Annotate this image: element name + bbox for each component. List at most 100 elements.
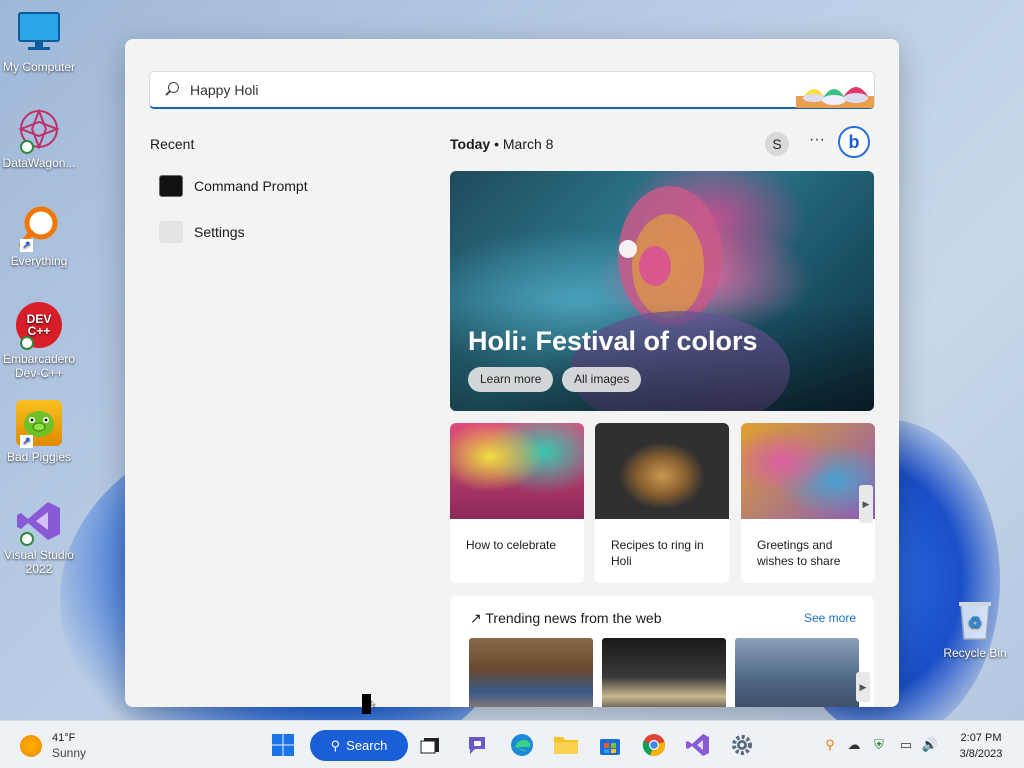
monitor-icon [16, 10, 62, 56]
visual-studio-icon [686, 734, 709, 756]
trending-thumb[interactable] [735, 638, 859, 707]
trending-next-button[interactable]: ▶ [856, 672, 870, 702]
chat-icon [469, 737, 485, 754]
search-input[interactable] [190, 81, 750, 98]
visual-studio-taskbar-button[interactable] [684, 731, 712, 759]
task-view-icon [420, 738, 439, 754]
recent-item-label: Settings [194, 224, 245, 240]
search-icon: ⚲ [330, 737, 341, 753]
card-image [595, 423, 729, 519]
hero-card[interactable]: Holi: Festival of colors Learn more All … [450, 171, 874, 411]
task-view-button[interactable] [417, 731, 445, 759]
trending-section: ↗ Trending news from the web See more ▶ [450, 596, 874, 707]
card-caption: Greetings and wishes to share [757, 538, 841, 568]
more-options-button[interactable]: ··· [805, 131, 829, 155]
taskbar: 41°F Sunny ⚲ Search ⚲ ☁ ⛨ ▭ 🔊 2:07 PM 3/… [0, 720, 1024, 768]
edge-button[interactable] [508, 731, 536, 759]
today-label: Today [450, 136, 491, 152]
card-how-to-celebrate[interactable]: How to celebrate [450, 423, 584, 583]
card-recipes[interactable]: Recipes to ring in Holi [595, 423, 729, 583]
store-button[interactable] [596, 731, 624, 759]
weather-temp: 41°F [52, 732, 76, 744]
weather-widget[interactable]: 41°F Sunny [20, 731, 86, 761]
network-icon[interactable]: ▭ [897, 736, 915, 754]
clock[interactable]: 2:07 PM 3/8/2023 [950, 730, 1012, 762]
volume-icon[interactable]: 🔊 [921, 736, 939, 754]
desktop-icon-label: Bad Piggies [6, 450, 72, 464]
desktop-icon-label: Everything [10, 254, 68, 268]
card-image [450, 423, 584, 519]
devcpp-icon: DEV C++ [16, 302, 62, 350]
desktop-icon-my-computer[interactable]: My Computer [0, 10, 78, 74]
gear-icon [732, 735, 752, 755]
holi-color-bowls-art [796, 72, 874, 108]
desktop-icon-everything[interactable]: ↗ Everything [0, 204, 78, 268]
chrome-button[interactable] [640, 731, 668, 759]
bing-button[interactable]: b [838, 126, 870, 158]
folder-icon [554, 737, 578, 754]
card-image [741, 423, 875, 519]
recent-item-command-prompt[interactable]: Command Prompt [159, 170, 399, 202]
see-more-link[interactable]: See more [804, 611, 856, 625]
all-images-button[interactable]: All images [562, 367, 642, 392]
desktop-icon-visual-studio[interactable]: Visual Studio 2022 [0, 498, 78, 576]
recent-item-label: Command Prompt [194, 178, 308, 194]
teams-chat-button[interactable] [463, 731, 491, 759]
sync-check-icon [20, 140, 34, 154]
settings-taskbar-button[interactable] [728, 731, 756, 759]
everything-tray-icon[interactable]: ⚲ [821, 736, 839, 754]
everything-icon: ↗ [16, 204, 62, 252]
search-panel: Recent Command Prompt Settings Today • M… [125, 39, 899, 707]
desktop-icon-label: Visual Studio 2022 [4, 548, 74, 576]
bad-piggies-icon: ↗ [16, 400, 62, 448]
sync-check-icon [20, 336, 34, 350]
search-box[interactable] [149, 71, 875, 109]
recent-item-settings[interactable]: Settings [159, 216, 399, 248]
onedrive-icon[interactable]: ☁ [845, 736, 863, 754]
search-icon [164, 81, 180, 98]
desktop-icon-label: Embarcadero Dev-C++ [2, 352, 76, 380]
bullet-separator: • [494, 136, 503, 152]
edge-icon [511, 734, 533, 756]
desktop-icon-bad-piggies[interactable]: ↗ Bad Piggies [0, 400, 78, 464]
start-button[interactable] [269, 731, 297, 759]
visual-studio-icon [16, 498, 62, 546]
today-header: Today • March 8 [450, 136, 553, 152]
taskbar-search-button[interactable]: ⚲ Search [310, 730, 408, 761]
weather-desc: Sunny [52, 746, 87, 760]
desktop-icon-label: Recycle Bin [943, 646, 1007, 660]
trending-thumb[interactable] [469, 638, 593, 707]
recycle-bin-icon: ♻ [952, 596, 998, 642]
today-date: March 8 [502, 136, 554, 152]
cards-next-button[interactable]: ▶ [859, 485, 873, 523]
trending-up-icon: ↗ [470, 610, 482, 626]
command-prompt-icon [159, 175, 183, 197]
learn-more-button[interactable]: Learn more [468, 367, 554, 392]
desktop-icon-datawagon[interactable]: DataWagon... [0, 106, 78, 170]
security-shield-icon[interactable]: ⛨ [870, 736, 888, 754]
recent-title: Recent [150, 136, 195, 152]
mouse-cursor-icon [362, 694, 376, 714]
avatar[interactable]: S [765, 132, 789, 156]
windows-logo-icon [272, 734, 294, 756]
store-icon [600, 739, 620, 755]
shortcut-arrow-icon: ↗ [20, 435, 33, 448]
sun-icon [20, 735, 42, 757]
desktop-icon-recycle-bin[interactable]: ♻ Recycle Bin [936, 596, 1014, 660]
card-caption: Recipes to ring in Holi [611, 538, 704, 568]
svg-text:♻: ♻ [968, 615, 982, 632]
bing-icon: b [848, 131, 860, 152]
clock-date: 3/8/2023 [959, 748, 1003, 760]
chrome-icon [642, 734, 665, 757]
desktop-icon-label: My Computer [2, 60, 76, 74]
trending-title: ↗ Trending news from the web [470, 610, 662, 626]
card-caption: How to celebrate [466, 538, 557, 552]
trending-thumb[interactable] [602, 638, 726, 707]
sync-check-icon [20, 532, 34, 546]
desktop-icon-devcpp[interactable]: DEV C++ Embarcadero Dev-C++ [0, 302, 78, 380]
hero-title: Holi: Festival of colors [468, 326, 758, 356]
clock-time: 2:07 PM [960, 732, 1002, 744]
file-explorer-button[interactable] [552, 731, 580, 759]
datawagon-icon [16, 106, 62, 154]
card-greetings[interactable]: Greetings and wishes to share [741, 423, 875, 583]
